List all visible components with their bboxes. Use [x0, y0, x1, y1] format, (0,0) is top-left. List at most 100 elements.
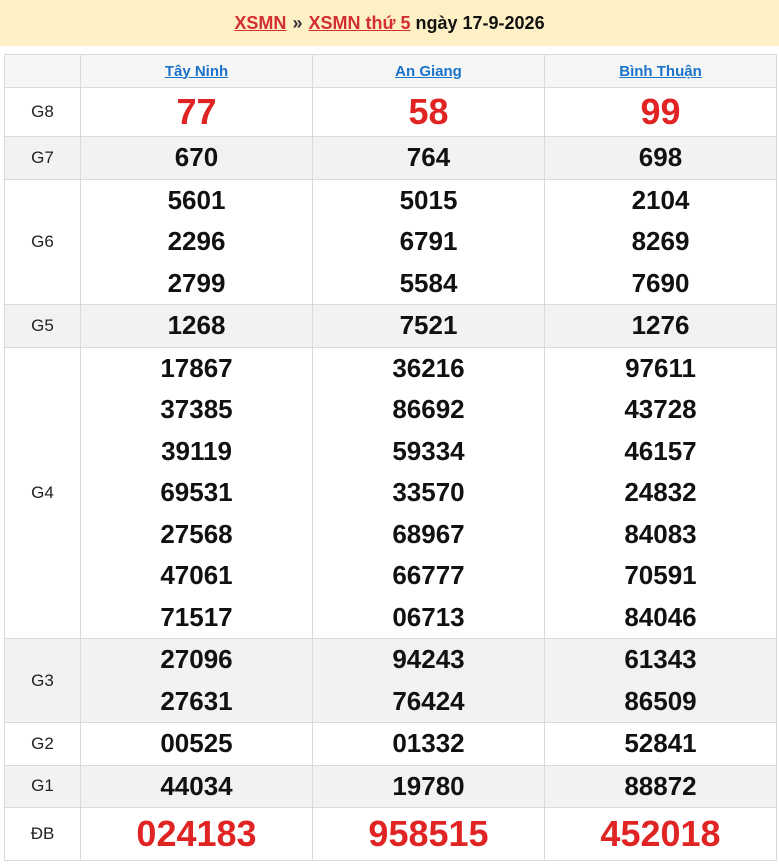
prize-cell: 1276	[544, 304, 777, 348]
prize-number: 5584	[399, 267, 458, 298]
breadcrumb-separator: »	[292, 12, 303, 33]
xsmn-link[interactable]: XSMN	[234, 13, 286, 34]
draw-date: ngày 17-9-2026	[415, 12, 545, 33]
prize-cell: 99	[544, 87, 777, 137]
prize-number: 17867	[160, 352, 233, 383]
prize-cell: 97611 43728 46157 24832 84083 70591 84046	[544, 346, 777, 639]
prize-number: 2799	[167, 267, 226, 298]
prize-number: 59334	[392, 435, 465, 466]
prize-number: 94243	[392, 644, 465, 674]
prize-cell: 88872	[544, 764, 777, 808]
prize-label: G2	[4, 722, 81, 766]
prize-number: 86692	[392, 394, 465, 424]
prize-number: 39119	[161, 435, 232, 466]
prize-cell: 19780	[312, 764, 545, 808]
prize-row-db: ĐB 024183 958515 452018	[4, 807, 777, 861]
prize-number: 024183	[136, 813, 257, 854]
prize-cell: 5601 2296 2799	[80, 178, 313, 305]
prize-number: 46157	[624, 435, 697, 466]
prize-number: 698	[638, 142, 683, 172]
prize-label: ĐB	[4, 807, 81, 861]
prize-number: 44034	[160, 770, 233, 801]
prize-number: 6791	[399, 226, 458, 256]
prize-label: G8	[4, 87, 81, 137]
prize-cell: 58	[312, 87, 545, 137]
prize-number: 88872	[624, 770, 697, 801]
prize-row-g6: G6 5601 2296 2799 5015 6791 5584 2104 8269 7690	[4, 178, 777, 305]
prize-cell: 958515	[312, 807, 545, 861]
prize-cell: 670	[80, 136, 313, 180]
prize-number: 7521	[399, 310, 458, 340]
prize-cell: 764	[312, 136, 545, 180]
prize-number: 01332	[392, 728, 465, 758]
prize-cell: 01332	[312, 722, 545, 766]
prize-number: 70591	[624, 560, 697, 590]
prize-number: 76424	[392, 685, 465, 716]
province-link-binh-thuan[interactable]: Bình Thuận	[619, 63, 702, 80]
corner-cell	[4, 54, 81, 88]
prize-label: G5	[4, 304, 81, 348]
province-cell: Bình Thuận	[544, 54, 777, 88]
prize-number: 764	[406, 142, 451, 172]
prize-number: 958515	[368, 813, 489, 854]
prize-number: 69531	[160, 477, 233, 507]
prize-row-g5: G5 1268 7521 1276	[4, 304, 777, 348]
prize-cell: 44034	[80, 764, 313, 808]
prize-number: 86509	[624, 685, 697, 716]
prize-number: 670	[174, 142, 219, 172]
prize-number: 27096	[160, 644, 233, 674]
prize-number: 27631	[160, 685, 233, 716]
province-cell: An Giang	[312, 54, 545, 88]
prize-cell: 2104 8269 7690	[544, 178, 777, 305]
prize-label: G3	[4, 638, 81, 723]
prize-number: 84083	[624, 518, 697, 549]
prize-cell: 00525	[80, 722, 313, 766]
prize-number: 43728	[624, 394, 697, 424]
prize-cell: 36216 86692 59334 33570 68967 66777 06713	[312, 346, 545, 639]
prize-cell: 94243 76424	[312, 638, 545, 723]
prize-number: 61343	[624, 644, 697, 674]
prize-number: 19780	[392, 770, 465, 801]
xsmn-thu5-link[interactable]: XSMN thứ 5	[308, 13, 410, 34]
prize-number: 1276	[631, 310, 690, 340]
prize-number: 2104	[631, 184, 690, 215]
prize-number: 7690	[631, 267, 690, 298]
prize-cell: 452018	[544, 807, 777, 861]
prize-cell: 1268	[80, 304, 313, 348]
prize-number: 77	[176, 91, 217, 132]
province-link-an-giang[interactable]: An Giang	[395, 63, 462, 80]
prize-cell: 17867 37385 39119 69531 27568 47061 71517	[80, 346, 313, 639]
prize-label: G7	[4, 136, 81, 180]
prize-number: 36216	[392, 352, 465, 383]
page-header: XSMN » XSMN thứ 5 ngày 17-9-2026	[0, 0, 779, 46]
prize-number: 71517	[160, 601, 233, 632]
prize-row-g2: G2 00525 01332 52841	[4, 722, 777, 766]
province-header-row: Tây Ninh An Giang Bình Thuận	[4, 54, 777, 88]
prize-row-g3: G3 27096 27631 94243 76424 61343 86509	[4, 638, 777, 723]
prize-row-g8: G8 77 58 99	[4, 87, 777, 137]
province-link-tay-ninh[interactable]: Tây Ninh	[165, 63, 228, 80]
prize-cell: 61343 86509	[544, 638, 777, 723]
prize-number: 47061	[160, 560, 233, 590]
prize-cell: 5015 6791 5584	[312, 178, 545, 305]
results-table: Tây Ninh An Giang Bình Thuận G8 77 58 99 G7 6…	[4, 54, 777, 861]
prize-row-g7: G7 670 764 698	[4, 136, 777, 180]
prize-number: 37385	[160, 394, 233, 424]
prize-cell: 024183	[80, 807, 313, 861]
prize-number: 00525	[160, 728, 233, 758]
prize-row-g4: G4 17867 37385 39119 69531 27568 47061 71517 362…	[4, 346, 777, 639]
prize-number: 452018	[600, 813, 721, 854]
province-cell: Tây Ninh	[80, 54, 313, 88]
prize-label: G4	[4, 346, 81, 639]
prize-number: 06713	[392, 601, 465, 632]
prize-number: 5601	[167, 184, 226, 215]
prize-cell: 52841	[544, 722, 777, 766]
prize-number: 5015	[399, 184, 458, 215]
prize-number: 33570	[392, 477, 465, 507]
prize-number: 68967	[392, 518, 465, 549]
prize-label: G1	[4, 764, 81, 808]
prize-number: 2296	[167, 226, 226, 256]
results-body: G8 77 58 99 G7 670 764 698 G6 5601 2296 2799 5015 679…	[4, 87, 777, 861]
prize-label: G6	[4, 178, 81, 305]
prize-row-g1: G1 44034 19780 88872	[4, 764, 777, 808]
